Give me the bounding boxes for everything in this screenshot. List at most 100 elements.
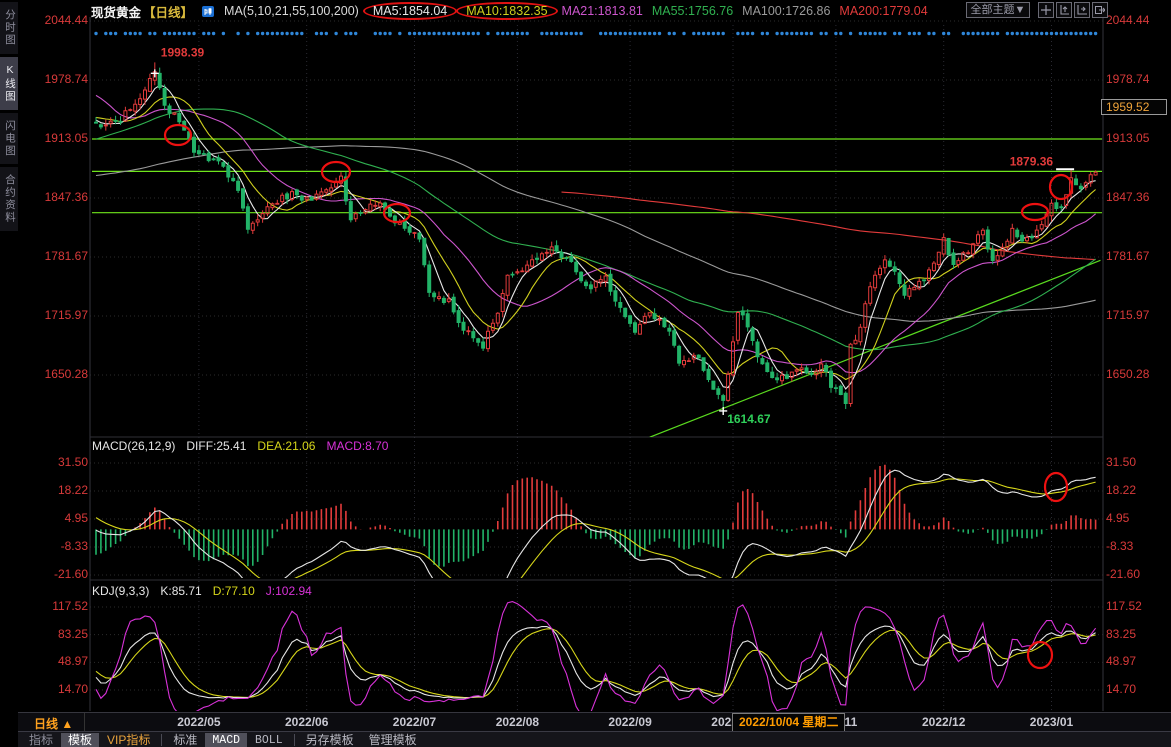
macd-diff-value: DIFF:25.41 [186,439,246,453]
symbol-name: 现货黄金 [91,2,141,21]
ma200-line [562,192,1096,260]
sidebar-tab-1[interactable]: K线图 [0,57,18,110]
price-axis-right-1: 1978.74 [1106,72,1168,86]
macd-axis-left-0: 31.50 [26,455,88,469]
macd-axis-left-1: 18.22 [26,483,88,497]
macd-title: MACD(26,12,9) [92,439,175,453]
toolbar-tab-3[interactable]: 标准 [166,733,204,747]
date-label-2022-06: 2022/06 [285,715,328,729]
ma-settings-label: MA(5,10,21,55,100,200) [224,4,359,18]
price-axis-right-6: 1650.28 [1106,367,1168,381]
macd-axis-left-2: 4.95 [26,511,88,525]
indicator-toolbar: 指标模板VIP指标标准MACDBOLL 另存模板管理模板 [18,731,1171,747]
candlestick-mini-icon [202,5,215,18]
price-axis-left-4: 1781.67 [26,249,88,263]
price-axis-right-2: 1913.05 [1106,131,1168,145]
kdj-k-value: K:85.71 [160,584,201,598]
macd-header: MACD(26,12,9) DIFF:25.41 DEA:21.06 MACD:… [92,439,388,453]
highlight-circle [1050,175,1072,199]
zoom-horizontal-axis-button[interactable] [1074,2,1090,18]
highlight-circle [1022,204,1048,220]
date-label-2023-01: 2023/01 [1030,715,1073,729]
ma-value-1: MA5:1854.04 [363,2,457,20]
date-label-2022-12: 2022/12 [922,715,965,729]
macd-axis-right-4: -21.60 [1106,567,1168,581]
kdj-k-line [96,626,1096,698]
ma-value-2: MA10:1832.35 [456,2,557,20]
sidebar-tab-2[interactable]: 闪电图 [0,113,18,165]
macd-highlight-circle [1045,473,1067,501]
trading-app-window: 1998.39 1614.67 1879.36 现货黄金【日线】 MA(5,10,2… [0,0,1171,747]
period-tag: 【日线】 [143,2,193,21]
peak-price-label: 1998.39 [161,45,205,59]
chart-canvas[interactable]: 1998.39 1614.67 1879.36 [0,0,1171,747]
macd-axis-right-2: 4.95 [1106,511,1168,525]
chart-header: 现货黄金【日线】 MA(5,10,21,55,100,200) MA5:1854… [91,1,928,21]
pop-out-pane-button[interactable] [1092,2,1108,18]
price-axis-left-5: 1715.97 [26,308,88,322]
kdj-axis-right-1: 83.25 [1106,627,1168,641]
kdj-highlight-circle [1028,642,1052,668]
price-axis-left-2: 1913.05 [26,131,88,145]
time-axis-row: 日线 ▲ 2022/052022/062022/072022/082022/09… [18,712,1171,731]
toolbar-tab-boll[interactable]: BOLL [248,733,290,747]
ma100-line [96,146,1096,322]
kdj-j-value: J:102.94 [266,584,312,598]
gridlines-layer [90,17,1103,711]
recent-high-price-label: 1879.36 [1010,154,1054,168]
kdj-pane[interactable] [96,602,1096,719]
kdj-header: KDJ(9,3,3) K:85.71 D:77.10 J:102.94 [92,584,312,598]
kdj-axis-left-3: 14.70 [26,682,88,696]
toolbar-tab-6[interactable]: 另存模板 [299,733,361,747]
price-axis-right-0: 2044.44 [1106,13,1168,27]
ma-values-row: MA5:1854.04MA10:1832.35MA21:1813.81MA55:… [368,2,928,20]
macd-axis-right-3: -8.33 [1106,539,1168,553]
crosshair-tool-button[interactable] [1038,2,1054,18]
price-axis-left-0: 2044.44 [26,13,88,27]
toolbar-tab-1[interactable]: 模板 [61,733,99,747]
kdj-axis-right-0: 117.52 [1106,599,1168,613]
sidebar-tab-0[interactable]: 分时图 [0,2,18,54]
kdj-axis-right-3: 14.70 [1106,682,1168,696]
date-label-2022-09: 2022/09 [608,715,651,729]
macd-axis-left-4: -21.60 [26,567,88,581]
toolbar-separator [294,734,295,746]
price-axis-left-1: 1978.74 [26,72,88,86]
toolbar-tab-2[interactable]: VIP指标 [100,733,157,747]
period-selector[interactable]: 日线 ▲ [18,713,85,731]
price-axis-left-6: 1650.28 [26,367,88,381]
main-price-pane[interactable] [92,62,1102,437]
toolbar-tab-7[interactable]: 管理模板 [362,733,424,747]
ma21-line [96,95,1096,372]
toolbar-separator [161,734,162,746]
crosshair-price-label: 1959.52 [1101,99,1167,115]
macd-axis-left-3: -8.33 [26,539,88,553]
date-label-2022-05: 2022/05 [177,715,220,729]
ma-value-6: MA200:1779.04 [839,4,927,18]
toolbar-tab-0[interactable]: 指标 [22,733,60,747]
macd-macd-value: MACD:8.70 [326,439,388,453]
price-axis-right-4: 1781.67 [1106,249,1168,263]
date-label-2022-07: 2022/07 [393,715,436,729]
macd-axis-right-1: 18.22 [1106,483,1168,497]
zoom-vertical-axis-button[interactable] [1056,2,1072,18]
crosshair-date-label: 2022/10/04 星期二 [732,713,845,732]
kdj-axis-left-0: 117.52 [26,599,88,613]
ma-value-5: MA100:1726.86 [742,4,830,18]
low-price-label: 1614.67 [727,412,771,426]
ma-value-3: MA21:1813.81 [562,4,643,18]
period-label: 日线 ▲ [34,715,73,732]
toolbar-tab-macd[interactable]: MACD [205,733,247,747]
kdj-axis-left-1: 83.25 [26,627,88,641]
price-axis-right-3: 1847.36 [1106,190,1168,204]
theme-dropdown-button[interactable]: 全部主题▼ [966,2,1030,18]
kdj-axis-right-2: 48.97 [1106,654,1168,668]
trendline [650,260,1101,437]
sidebar-tab-3[interactable]: 合约资料 [0,167,18,231]
kdj-axis-left-2: 48.97 [26,654,88,668]
ma-value-4: MA55:1756.76 [652,4,733,18]
up-candles [104,62,1097,406]
macd-dea-value: DEA:21.06 [257,439,315,453]
kdj-d-value: D:77.10 [213,584,255,598]
kdj-title: KDJ(9,3,3) [92,584,149,598]
